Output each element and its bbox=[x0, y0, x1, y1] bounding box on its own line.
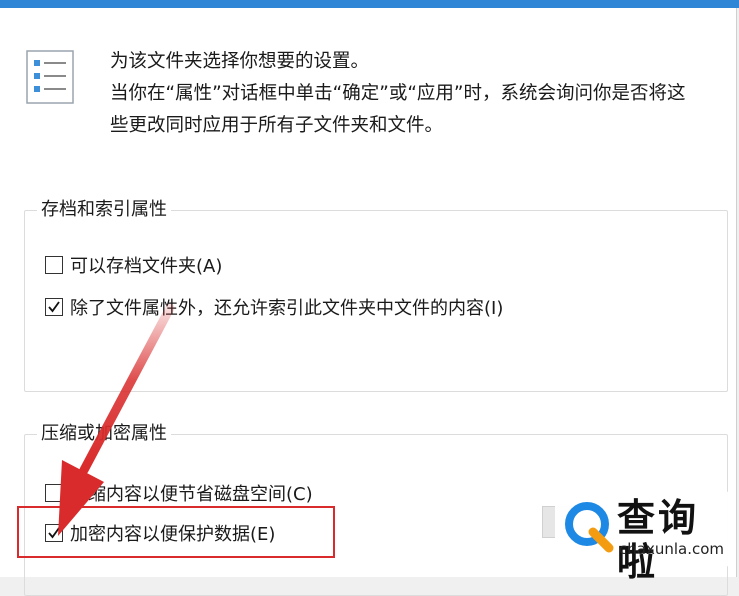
settings-list-icon bbox=[26, 50, 74, 104]
compress-contents-checkbox[interactable]: 压缩内容以便节省磁盘空间(C) bbox=[45, 479, 313, 507]
archive-index-group: 存档和索引属性 可以存档文件夹(A) 除了文件属性外，还允许索引此文件夹中文件的… bbox=[24, 197, 728, 392]
intro-line-2: 当你在“属性”对话框中单击“确定”或“应用”时，系统会询问你是否将这 bbox=[110, 83, 686, 104]
checkbox-label: 除了文件属性外，还允许索引此文件夹中文件的内容(I) bbox=[70, 298, 504, 319]
watermark-q-logo-icon bbox=[565, 502, 614, 553]
archive-folder-checkbox[interactable]: 可以存档文件夹(A) bbox=[45, 251, 222, 279]
checkbox-checked[interactable] bbox=[45, 298, 63, 316]
watermark-domain: chaxunla.com bbox=[619, 540, 724, 558]
intro-line-3: 些更改同时应用于所有子文件夹和文件。 bbox=[110, 115, 444, 136]
checkbox-unchecked[interactable] bbox=[45, 484, 63, 502]
intro-text: 为该文件夹选择你想要的设置。 当你在“属性”对话框中单击“确定”或“应用”时，系… bbox=[110, 46, 720, 142]
archive-group-title: 存档和索引属性 bbox=[37, 197, 171, 223]
index-contents-checkbox[interactable]: 除了文件属性外，还允许索引此文件夹中文件的内容(I) bbox=[45, 293, 503, 321]
annotation-highlight-box bbox=[17, 506, 335, 558]
compress-group-title: 压缩或加密属性 bbox=[37, 421, 171, 447]
watermark-badge: 查询啦 chaxunla.com bbox=[555, 490, 735, 584]
checkbox-unchecked[interactable] bbox=[45, 256, 63, 274]
intro-line-1: 为该文件夹选择你想要的设置。 bbox=[110, 51, 370, 72]
checkbox-label: 压缩内容以便节省磁盘空间(C) bbox=[70, 484, 313, 505]
checkbox-label: 可以存档文件夹(A) bbox=[70, 256, 223, 277]
checkmark-icon bbox=[48, 301, 60, 313]
window-top-bar bbox=[0, 0, 739, 8]
